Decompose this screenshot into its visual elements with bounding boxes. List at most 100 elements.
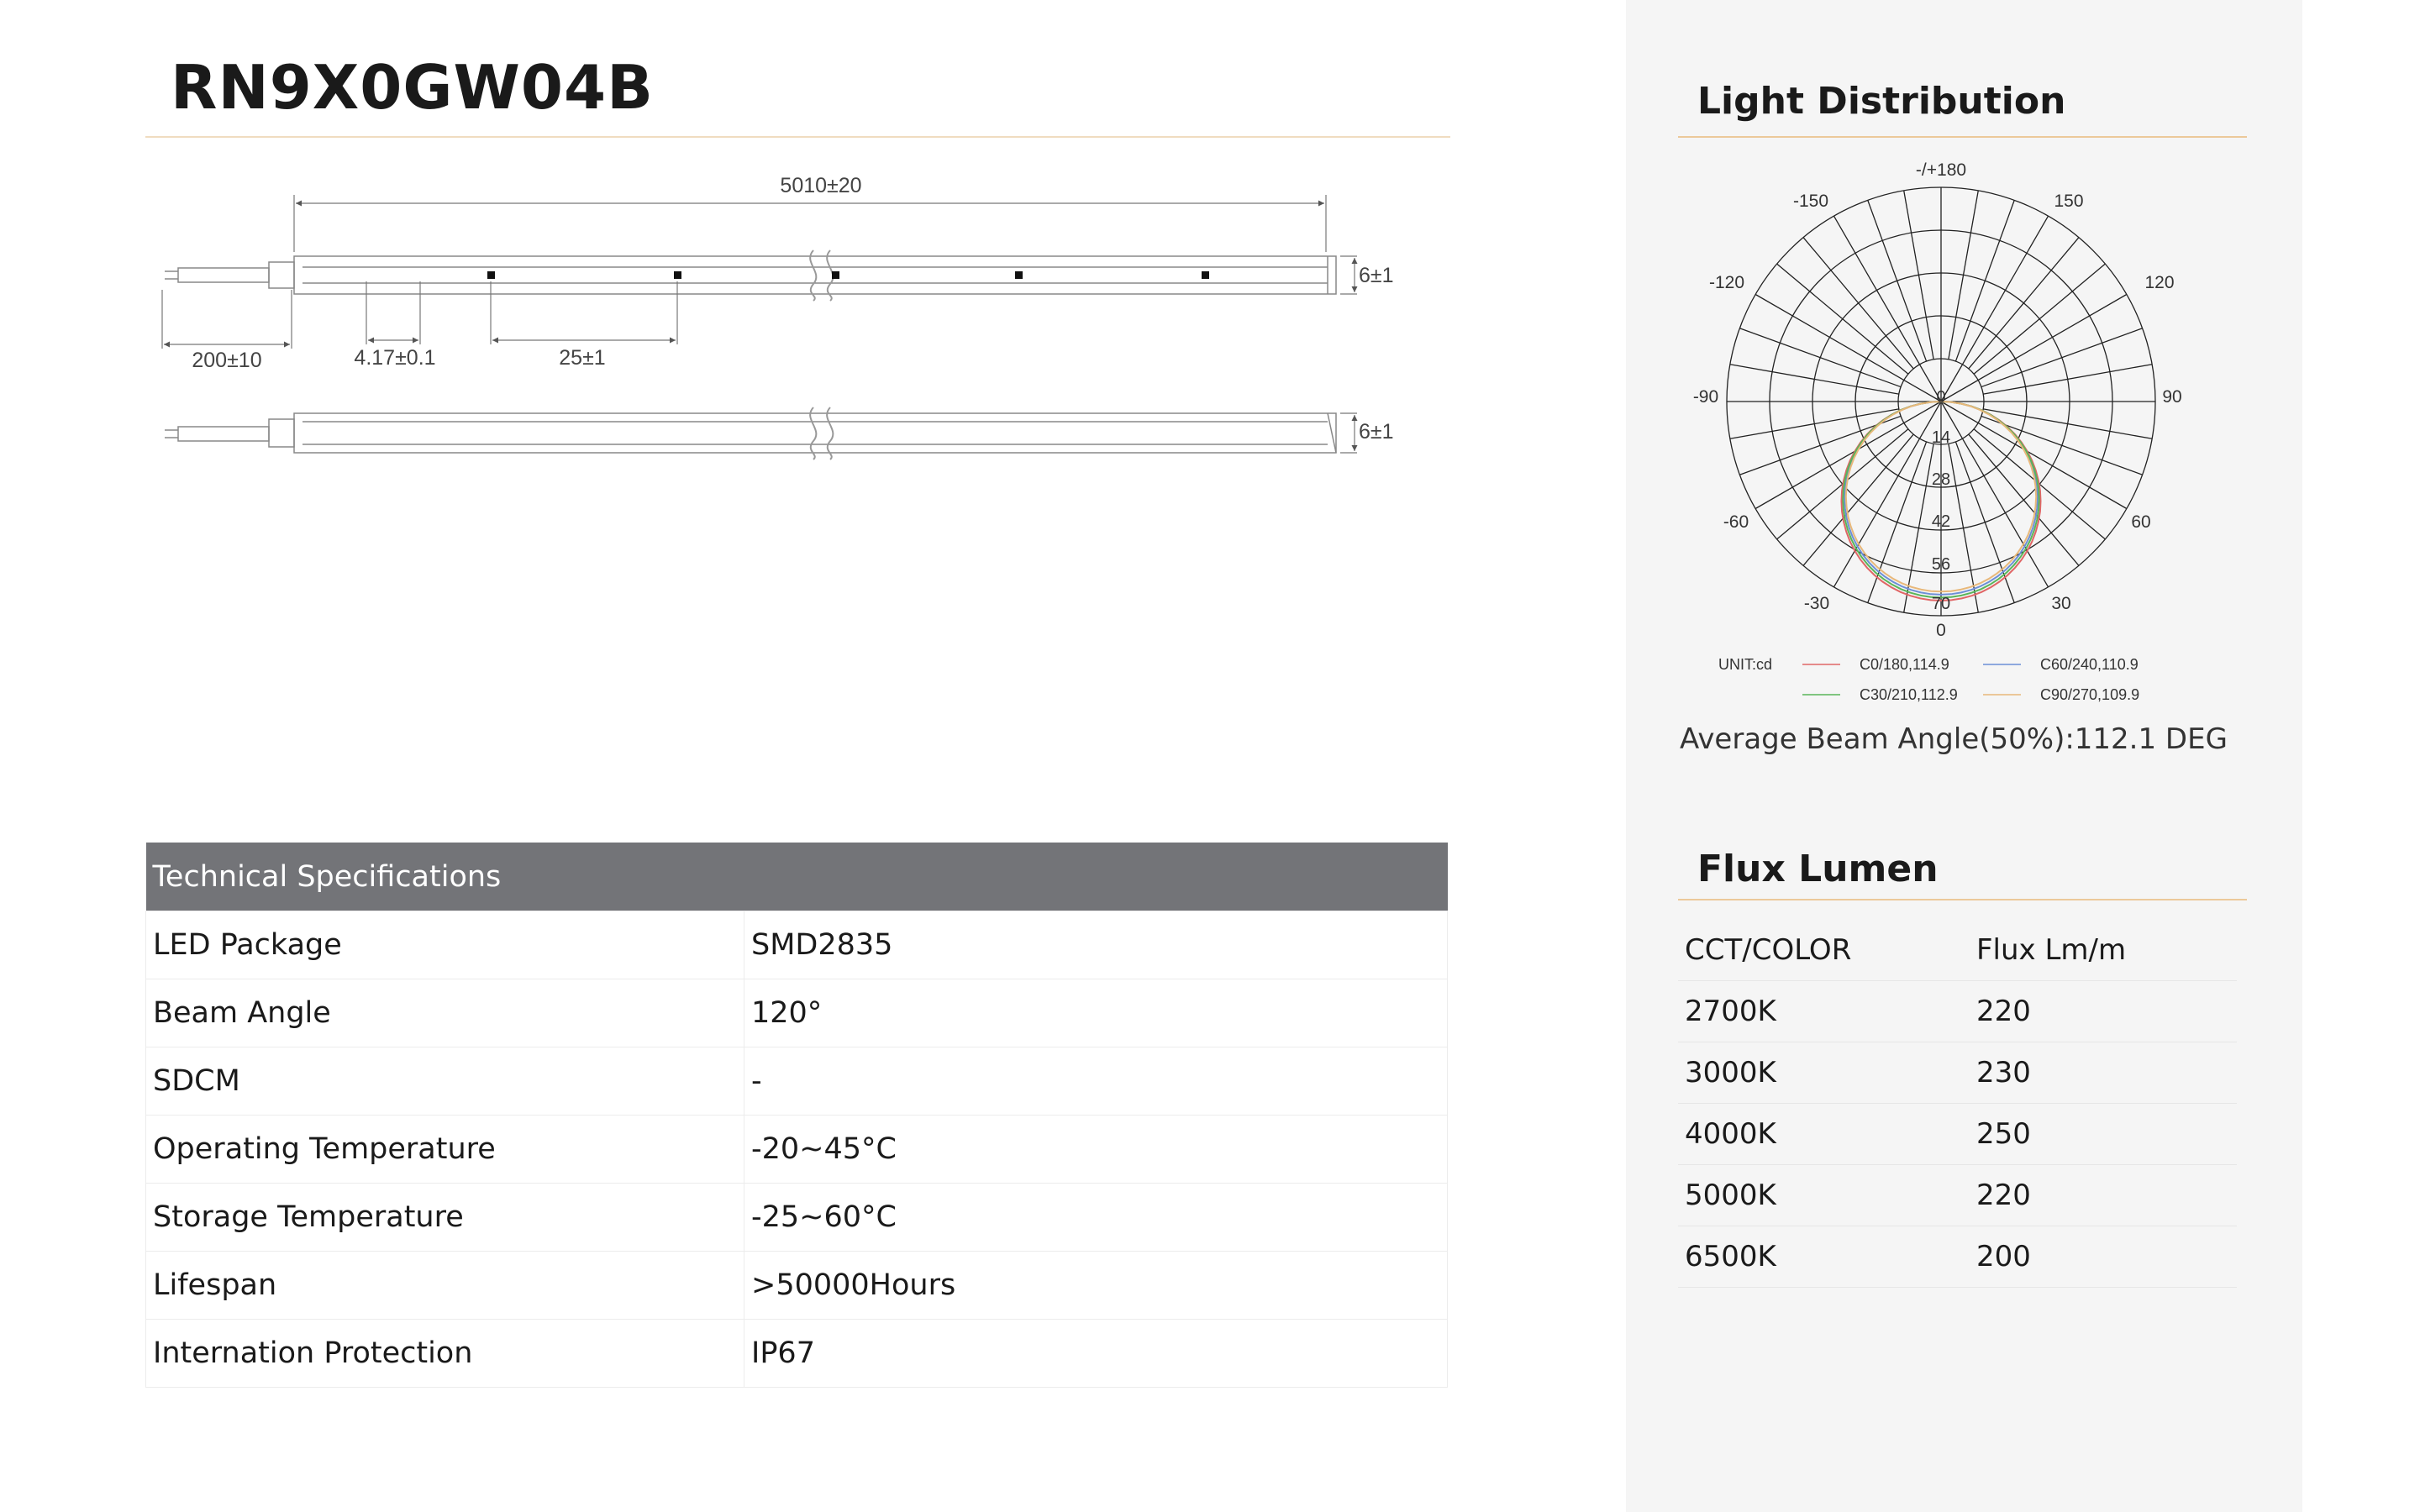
spec-value: - (744, 1047, 1448, 1116)
spec-value: IP67 (744, 1319, 1448, 1388)
flux-header-row: CCT/COLOR Flux Lm/m (1678, 920, 2237, 981)
spec-label: Lifespan (145, 1251, 744, 1320)
pitch-dimension: 4.17±0.1 (354, 346, 435, 370)
flux-value: 220 (1970, 980, 2237, 1042)
radial-label: 42 (1932, 512, 1950, 531)
flux-header-value: Flux Lm/m (1970, 920, 2237, 981)
spec-label: Internation Protection (145, 1319, 744, 1388)
polar-spoke (1903, 190, 1934, 360)
legend-entry: C30/210,112.9 (1860, 686, 1958, 703)
flux-cct: 5000K (1678, 1164, 1970, 1226)
legend-entry: C90/270,109.9 (2040, 686, 2139, 703)
table-row: 6500K 200 (1678, 1226, 2237, 1288)
polar-spoke (1739, 328, 1902, 388)
flux-value: 220 (1970, 1164, 2237, 1226)
angle-label: -60 (1723, 512, 1749, 532)
polar-spoke (1954, 441, 2015, 603)
spec-value: -20~45°C (744, 1115, 1448, 1184)
polar-spoke (1981, 328, 2143, 388)
polar-diagram: -/+180 150 120 90 60 30 0 -30 -60 -90 -1… (1693, 160, 2182, 703)
table-row: 4000K 250 (1678, 1103, 2237, 1165)
polar-spoke (1983, 364, 2153, 395)
flux-cct: 3000K (1678, 1042, 1970, 1104)
angle-label: -/+180 (1916, 160, 1966, 180)
cable-dimension: 200±10 (192, 349, 261, 372)
angle-label: 0 (1936, 621, 1946, 640)
angle-label: -120 (1709, 273, 1744, 292)
polar-spoke (1948, 444, 1979, 613)
angle-label: 150 (2054, 192, 2083, 211)
spec-header: Technical Specifications (145, 843, 1448, 911)
polar-spoke (1983, 408, 2153, 439)
table-row: Internation Protection IP67 (145, 1319, 1448, 1388)
table-row: Beam Angle 120° (145, 979, 1448, 1047)
spec-value: SMD2835 (744, 911, 1448, 979)
polar-spoke (1867, 200, 1928, 362)
flux-value: 200 (1970, 1226, 2237, 1288)
radial-label: 14 (1932, 428, 1950, 447)
flux-cct: 6500K (1678, 1226, 1970, 1288)
flux-table: CCT/COLOR Flux Lm/m 2700K 220 3000K 230 40… (1678, 920, 2237, 1288)
radial-label: 70 (1932, 595, 1950, 613)
spec-label: Beam Angle (145, 979, 744, 1047)
spec-label: LED Package (145, 911, 744, 979)
spec-label: SDCM (145, 1047, 744, 1116)
radial-label: 28 (1932, 470, 1950, 489)
polar-spoke (1802, 433, 1914, 566)
spec-label: Storage Temperature (145, 1183, 744, 1252)
polar-spoke (1729, 364, 1899, 395)
angle-label: 60 (2131, 512, 2150, 532)
flux-value: 230 (1970, 1042, 2237, 1104)
polar-spoke (1954, 200, 2015, 362)
table-row: 5000K 220 (1678, 1164, 2237, 1226)
length-dimension: 5010±20 (780, 174, 861, 197)
unit-label: UNIT:cd (1718, 656, 1772, 673)
height-dimension-top: 6±1 (1359, 264, 1394, 287)
flux-cct: 2700K (1678, 980, 1970, 1042)
angle-label: -90 (1693, 387, 1718, 407)
table-row: Storage Temperature -25~60°C (145, 1183, 1448, 1252)
polar-spoke (1903, 444, 1934, 613)
height-dimension-bottom: 6±1 (1359, 420, 1394, 444)
table-row: SDCM - (145, 1047, 1448, 1116)
beam-angle-note: Average Beam Angle(50%):112.1 DEG (1680, 722, 2228, 756)
table-row: Operating Temperature -20~45°C (145, 1115, 1448, 1184)
polar-spoke (1802, 237, 1914, 370)
legend-entry: C0/180,114.9 (1860, 656, 1949, 673)
light-distribution-title: Light Distribution (1697, 80, 2066, 123)
cut-dimension: 25±1 (559, 346, 605, 370)
table-row: 3000K 230 (1678, 1042, 2237, 1104)
polar-spoke (1948, 190, 1979, 360)
polar-spoke (1973, 263, 2106, 375)
table-row: LED Package SMD2835 (145, 911, 1448, 979)
spec-value: >50000Hours (744, 1251, 1448, 1320)
polar-spoke (1729, 408, 1899, 439)
table-row: 2700K 220 (1678, 980, 2237, 1042)
radial-label: 56 (1932, 555, 1950, 574)
polar-spoke (1776, 263, 1909, 375)
polar-spoke (1968, 433, 2080, 566)
dimension-drawing: 5010±20 6±1 6±1 200±10 4.17±0.1 25±1 (161, 174, 1394, 460)
spec-table: Technical Specifications LED Package SMD2… (145, 843, 1448, 1388)
spec-value: -25~60°C (744, 1183, 1448, 1252)
flux-lumen-title: Flux Lumen (1697, 848, 1939, 890)
polar-spoke (1867, 441, 1928, 603)
angle-label: 120 (2144, 273, 2174, 292)
radial-label: 0 (1936, 388, 1945, 407)
flux-value: 250 (1970, 1103, 2237, 1165)
flux-cct: 4000K (1678, 1103, 1970, 1165)
table-row: Lifespan >50000Hours (145, 1251, 1448, 1320)
spec-value: 120° (744, 979, 1448, 1047)
product-title: RN9X0GW04B (171, 52, 654, 123)
angle-label: -150 (1793, 192, 1828, 211)
light-distribution-divider (1678, 136, 2247, 138)
polar-spoke (1968, 237, 2080, 370)
angle-label: 90 (2162, 387, 2181, 407)
spec-label: Operating Temperature (145, 1115, 744, 1184)
angle-label: -30 (1804, 594, 1829, 613)
title-divider (145, 136, 1450, 138)
flux-lumen-divider (1678, 899, 2247, 900)
flux-header-cct: CCT/COLOR (1678, 920, 1970, 981)
legend-entry: C60/240,110.9 (2040, 656, 2139, 673)
angle-label: 30 (2051, 594, 2070, 613)
